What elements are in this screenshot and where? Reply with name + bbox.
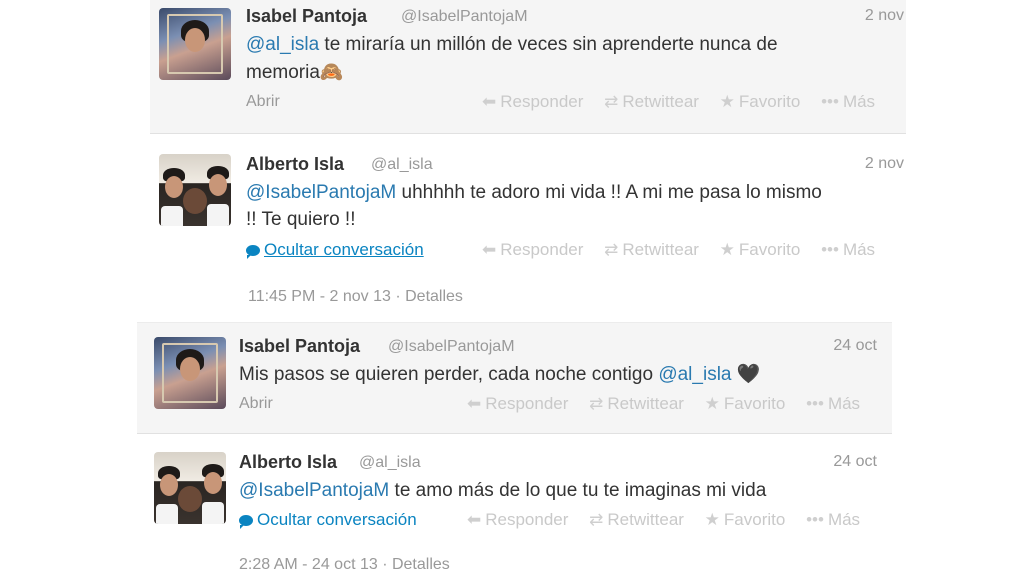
favorite-button[interactable]: ★ Favorito (720, 240, 801, 260)
tweet-actions: ⬅ Responder ⇄ Retwittear ★ Favorito ••• Más (482, 240, 875, 260)
tweet-text: @IsabelPantojaM te amo más de lo que tu … (239, 478, 766, 505)
tweet-timestamp-details[interactable]: 11:45 PM - 2 nov 13 · Detalles (248, 288, 463, 306)
tweet-text-body: Mis pasos se quieren perder, cada noche … (239, 364, 659, 385)
author-name[interactable]: Isabel Pantoja (239, 336, 360, 357)
reply-button[interactable]: ⬅ Responder (482, 92, 583, 112)
tweet-date[interactable]: 24 oct (833, 453, 877, 471)
more-dots-icon: ••• (821, 92, 839, 111)
retweet-icon: ⇄ (604, 240, 619, 259)
favorite-button[interactable]: ★ Favorito (720, 92, 801, 112)
star-icon: ★ (704, 394, 720, 413)
retweet-icon: ⇄ (589, 510, 604, 529)
tweet-actions: ⬅ Responder ⇄ Retwittear ★ Favorito ••• Más (467, 394, 860, 414)
more-dots-icon: ••• (806, 394, 824, 413)
avatar[interactable] (154, 337, 226, 409)
tweet-isabel-2nov[interactable]: Isabel Pantoja @IsabelPantojaM 2 nov @al… (150, 0, 906, 134)
star-icon: ★ (719, 240, 735, 259)
favorite-button[interactable]: ★ Favorito (705, 394, 786, 414)
more-button[interactable]: ••• Más (806, 510, 860, 530)
avatar[interactable] (159, 8, 231, 80)
tweet-date[interactable]: 2 nov (865, 155, 904, 173)
favorite-button[interactable]: ★ Favorito (705, 510, 786, 530)
author-handle[interactable]: @al_isla (371, 156, 433, 174)
tweet-isabel-24oct[interactable]: Isabel Pantoja @IsabelPantojaM 24 oct Mi… (137, 322, 892, 434)
speech-bubble-icon (239, 515, 253, 529)
reply-button[interactable]: ⬅ Responder (482, 240, 583, 260)
tweet-actions: ⬅ Responder ⇄ Retwittear ★ Favorito ••• Más (482, 92, 875, 112)
reply-arrow-icon: ⬅ (467, 394, 482, 413)
tweet-date[interactable]: 2 nov (865, 7, 904, 25)
more-dots-icon: ••• (821, 240, 839, 259)
open-link[interactable]: Abrir (239, 395, 273, 413)
mention-link[interactable]: @IsabelPantojaM (246, 182, 396, 203)
hide-conversation-link[interactable]: Ocultar conversación (239, 510, 417, 530)
mention-link[interactable]: @al_isla (246, 34, 319, 55)
retweet-button[interactable]: ⇄ Retwittear (589, 510, 684, 530)
author-handle[interactable]: @IsabelPantojaM (388, 338, 515, 356)
reply-arrow-icon: ⬅ (467, 510, 482, 529)
speech-bubble-icon (246, 245, 260, 259)
tweet-timestamp-details[interactable]: 2:28 AM - 24 oct 13 · Detalles (239, 556, 450, 574)
retweet-button[interactable]: ⇄ Retwittear (604, 92, 699, 112)
tweet-text: @IsabelPantojaM uhhhhh te adoro mi vida … (246, 180, 822, 207)
reply-button[interactable]: ⬅ Responder (467, 394, 568, 414)
author-name[interactable]: Alberto Isla (246, 154, 344, 175)
star-icon: ★ (719, 92, 735, 111)
open-link[interactable]: Abrir (246, 93, 280, 111)
more-button[interactable]: ••• Más (806, 394, 860, 414)
avatar[interactable] (154, 452, 226, 524)
retweet-button[interactable]: ⇄ Retwittear (604, 240, 699, 260)
tweet-alberto-2nov[interactable]: Alberto Isla @al_isla 2 nov @IsabelPanto… (150, 136, 906, 314)
star-icon: ★ (704, 510, 720, 529)
tweet-text-body: uhhhhh te adoro mi vida !! A mi me pasa … (396, 182, 822, 203)
tweet-alberto-24oct[interactable]: Alberto Isla @al_isla 24 oct @IsabelPant… (137, 440, 892, 576)
more-button[interactable]: ••• Más (821, 240, 875, 260)
tweet-actions: ⬅ Responder ⇄ Retwittear ★ Favorito ••• Más (467, 510, 860, 530)
retweet-icon: ⇄ (604, 92, 619, 111)
reply-arrow-icon: ⬅ (482, 240, 497, 259)
hide-conversation-link[interactable]: Ocultar conversación (246, 240, 424, 260)
reply-arrow-icon: ⬅ (482, 92, 497, 111)
avatar[interactable] (159, 154, 231, 226)
author-handle[interactable]: @IsabelPantojaM (401, 8, 528, 26)
author-name[interactable]: Isabel Pantoja (246, 6, 367, 27)
mention-link[interactable]: @IsabelPantojaM (239, 480, 389, 501)
tweet-text-body: te miraría un millón de veces sin aprend… (319, 34, 778, 55)
tweet-text-emoji: 🖤 (731, 364, 761, 385)
retweet-icon: ⇄ (589, 394, 604, 413)
tweet-text-line2: memoria🙈 (246, 62, 344, 83)
tweet-text-line2: !! Te quiero !! (246, 209, 356, 230)
more-button[interactable]: ••• Más (821, 92, 875, 112)
mention-link[interactable]: @al_isla (658, 364, 731, 385)
more-dots-icon: ••• (806, 510, 824, 529)
tweet-text: Mis pasos se quieren perder, cada noche … (239, 362, 760, 389)
tweet-text-body: te amo más de lo que tu te imaginas mi v… (389, 480, 767, 501)
reply-button[interactable]: ⬅ Responder (467, 510, 568, 530)
tweet-date[interactable]: 24 oct (833, 337, 877, 355)
tweet-text: @al_isla te miraría un millón de veces s… (246, 32, 778, 59)
author-handle[interactable]: @al_isla (359, 454, 421, 472)
author-name[interactable]: Alberto Isla (239, 452, 337, 473)
retweet-button[interactable]: ⇄ Retwittear (589, 394, 684, 414)
